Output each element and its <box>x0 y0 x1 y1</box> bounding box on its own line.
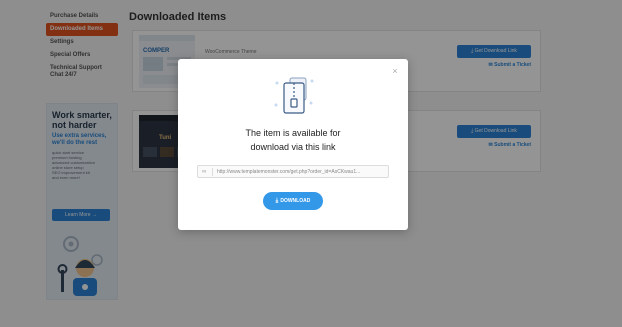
link-icon: ∞ <box>202 169 207 175</box>
field-divider <box>212 168 213 176</box>
zip-archive-icon <box>274 77 314 114</box>
modal-headline: The item is available for download via t… <box>178 126 408 154</box>
download-icon: ⤓ <box>275 198 279 204</box>
download-link-url[interactable]: http://www.templatemonster.com/get.php?o… <box>217 169 387 175</box>
download-modal: × The item is available for download via… <box>178 59 408 230</box>
modal-headline-line-1: The item is available for <box>245 128 341 138</box>
download-button-label: DOWNLOAD <box>280 198 311 204</box>
download-link-field[interactable]: ∞ http://www.templatemonster.com/get.php… <box>197 165 389 178</box>
download-button[interactable]: ⤓ DOWNLOAD <box>263 192 323 210</box>
modal-headline-line-2: download via this link <box>250 142 336 152</box>
close-icon[interactable]: × <box>390 66 400 76</box>
